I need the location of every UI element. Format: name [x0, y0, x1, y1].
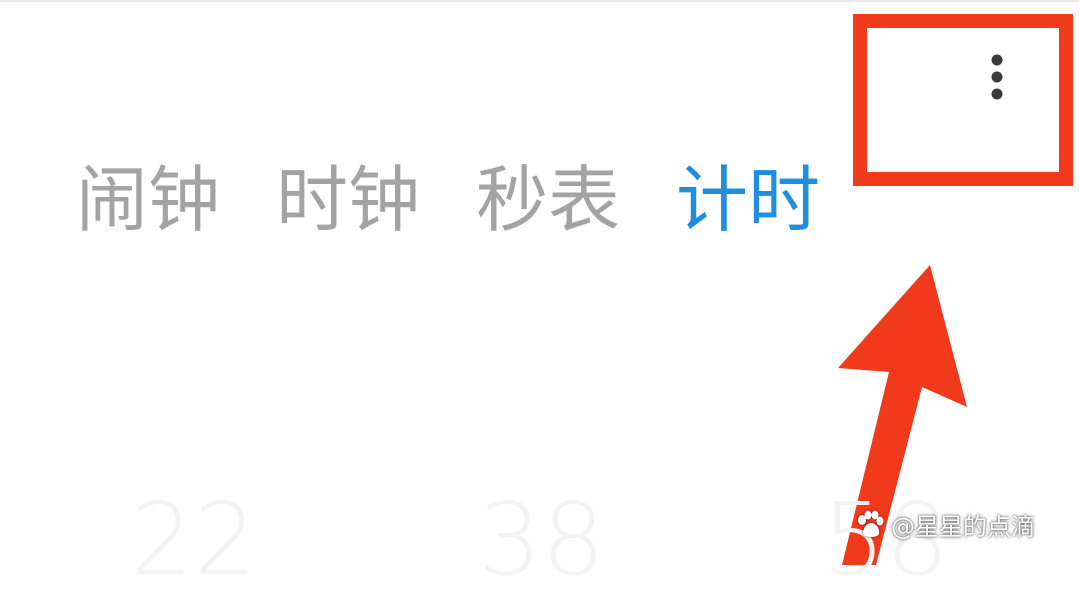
baidu-paw-icon — [858, 510, 884, 537]
more-options-button[interactable] — [853, 14, 1073, 186]
top-divider — [0, 0, 1079, 2]
timer-minutes[interactable]: 38 — [478, 485, 605, 595]
more-vertical-icon — [991, 54, 1003, 100]
watermark-text: @星星的点滴 — [891, 512, 1035, 541]
tab-alarm[interactable]: 闹钟 — [76, 160, 236, 240]
timer-hours[interactable]: 22 — [130, 485, 257, 595]
tab-clock[interactable]: 时钟 — [276, 160, 436, 240]
watermark: @星星的点滴 — [855, 508, 1035, 541]
tab-timer[interactable]: 计时 — [676, 160, 836, 240]
tab-stopwatch[interactable]: 秒表 — [476, 160, 636, 240]
